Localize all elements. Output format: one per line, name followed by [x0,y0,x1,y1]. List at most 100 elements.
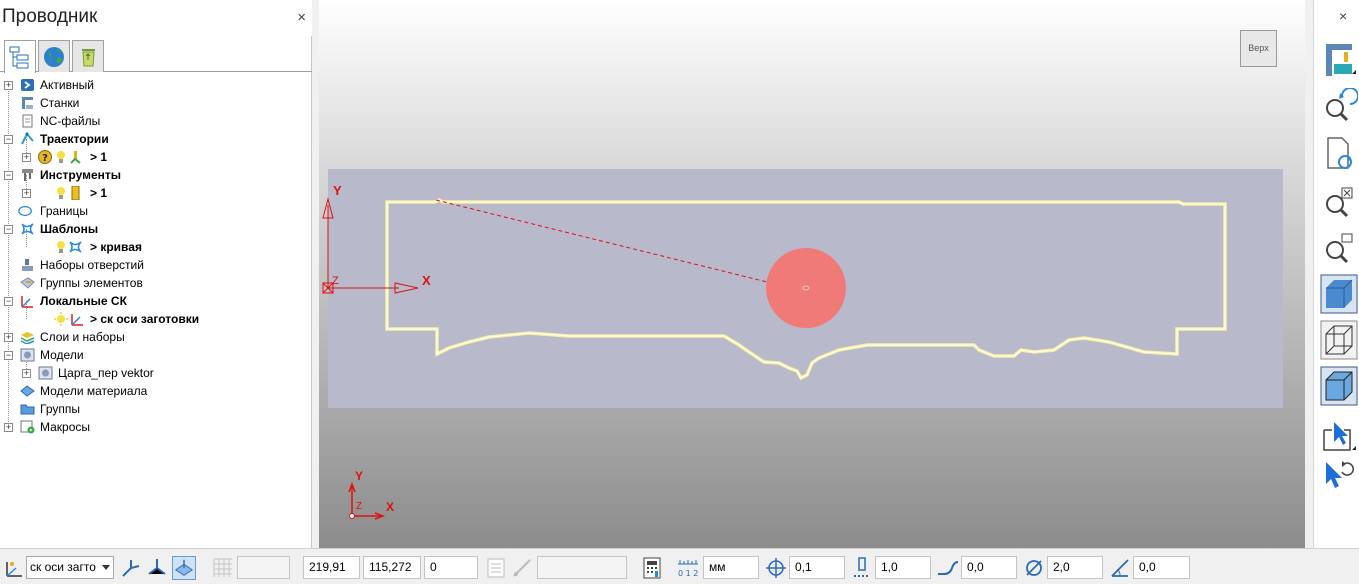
x-coordinate-field[interactable]: 219,91 [303,556,360,579]
layers-icon [20,332,35,344]
plane-view-icon[interactable] [172,556,196,580]
tab-tree[interactable] [4,40,36,73]
expand-icon[interactable]: + [22,369,31,378]
model-icon [38,366,53,380]
tree-item-label: Группы элементов [40,276,143,290]
explorer-title: Проводник [2,6,98,27]
tab-recycle[interactable] [72,40,104,72]
zoom-box-icon [1326,233,1353,264]
tree-item-label: Модели [40,348,84,362]
angle-icon[interactable] [1108,556,1132,580]
tree-item-label: Станки [40,96,80,110]
collapse-icon[interactable]: − [4,135,13,144]
zoom-box-button[interactable] [1320,228,1358,268]
close-icon[interactable]: × [1339,8,1347,24]
expand-icon[interactable]: + [4,81,13,90]
refresh-document-button[interactable] [1320,134,1358,174]
axis-xy-icon[interactable] [119,556,143,580]
tree-item-nc-files[interactable]: NC-файлы [0,112,312,130]
graphics-viewport[interactable]: Y X Z Y X Z Верх [319,0,1305,548]
tree-item-tool-1[interactable]: + > 1 [0,184,312,202]
collapse-icon[interactable]: − [4,171,13,180]
pattern-icon [21,223,34,235]
zoom-fit-button[interactable] [1320,182,1358,222]
tree-item-models[interactable]: − Модели [0,346,312,364]
shaded-wireframe-view-icon [1320,366,1358,406]
tree-item-label: Шаблоны [40,222,99,236]
viewport-canvas: Y X Z Y X Z [322,169,1283,520]
tree-item-label: Макросы [40,420,91,434]
thickness-curve-icon[interactable] [936,556,960,580]
grid-icon[interactable] [211,556,235,580]
snap-icon[interactable] [510,556,534,580]
tree-item-model-tsarga[interactable]: + Царга_пер vektor [0,364,312,382]
shaded-wireframe-view-button[interactable] [1320,366,1358,406]
tolerance-crosshair-icon[interactable] [764,556,788,580]
svg-text:?: ? [42,153,48,164]
stepover-field[interactable]: 1,0 [875,556,931,579]
tree-item-pattern-curve[interactable]: > кривая [0,238,312,256]
tolerance-field[interactable]: 0,1 [789,556,845,579]
shaded-view-button[interactable] [1320,274,1358,314]
collapse-icon[interactable]: − [4,297,13,306]
wireframe-view-button[interactable] [1320,320,1358,360]
view-cube[interactable]: Верх [1240,30,1277,67]
close-icon[interactable]: × [297,9,306,26]
tree-item-tools[interactable]: − Инструменты [0,166,312,184]
macro-icon [20,420,35,434]
select-button[interactable] [1320,416,1358,456]
zoom-rotate-button[interactable] [1320,87,1359,128]
thickness-field[interactable]: 0,0 [961,556,1017,579]
z-coordinate-field[interactable]: 0 [424,556,478,579]
tree-item-macros[interactable]: + Макросы [0,418,312,436]
tree-item-patterns[interactable]: − Шаблоны [0,220,312,238]
tree-item-local-cs[interactable]: − Локальные СК [0,292,312,310]
workplane-select[interactable]: ск оси загто [26,556,114,579]
lightbulb-icon [57,241,65,253]
y-coordinate-field[interactable]: 115,272 [363,556,421,579]
angle-field[interactable]: 0,0 [1133,556,1190,579]
tab-globe[interactable] [38,40,70,72]
world-axis-z-label: Z [356,501,362,512]
tree-item-groups[interactable]: Группы [0,400,312,418]
tree-item-stock-models[interactable]: Модели материала [0,382,312,400]
tree-item-toolpaths[interactable]: − Траектории [0,130,312,148]
select-undo-icon [1326,461,1354,488]
tree-item-local-cs-stock-axis[interactable]: > ск оси заготовки [0,310,312,328]
coordinate-system-icon [71,314,83,326]
tree-view-icon [9,46,29,69]
tree-item-active[interactable]: + Активный [0,76,312,94]
expand-icon[interactable]: + [22,189,31,198]
machine-icon [1326,44,1356,76]
tree-item-feature-groups[interactable]: Группы элементов [0,274,312,292]
tree-item-label: Наборы отверстий [40,258,144,272]
expand-icon[interactable]: + [22,153,31,162]
tool-stepover-icon[interactable] [850,556,874,580]
machine-view-button[interactable] [1320,40,1358,80]
expand-icon[interactable]: + [4,423,13,432]
expand-icon[interactable]: + [4,333,13,342]
collapse-icon[interactable]: − [4,351,13,360]
tree-item-machines[interactable]: Станки [0,94,312,112]
tree-item-levels[interactable]: + Слои и наборы [0,328,312,346]
nc-file-icon [22,114,33,128]
pattern-icon [69,241,82,253]
tree-item-hole-sets[interactable]: Наборы отверстий [0,256,312,274]
tree-item-toolpath-1[interactable]: + ? > 1 [0,148,312,166]
grid-field [237,556,290,579]
diameter-icon[interactable] [1022,556,1046,580]
recycle-bin-icon [82,49,95,67]
list-icon[interactable] [484,556,508,580]
calculator-icon[interactable] [640,556,664,580]
diameter-field[interactable]: 2,0 [1047,556,1103,579]
tree-item-label: Группы [40,402,80,416]
units-field[interactable]: мм [703,556,759,579]
tree-item-label: Границы [40,204,88,218]
axis-yz-icon[interactable] [145,556,169,580]
tree-item-label: Траектории [40,132,109,146]
tree-item-label: Слои и наборы [40,330,125,344]
tree-item-boundaries[interactable]: Границы [0,202,312,220]
select-undo-button[interactable] [1320,456,1358,496]
ruler-units-icon[interactable]: 0 1 2 [676,556,700,580]
collapse-icon[interactable]: − [4,225,13,234]
